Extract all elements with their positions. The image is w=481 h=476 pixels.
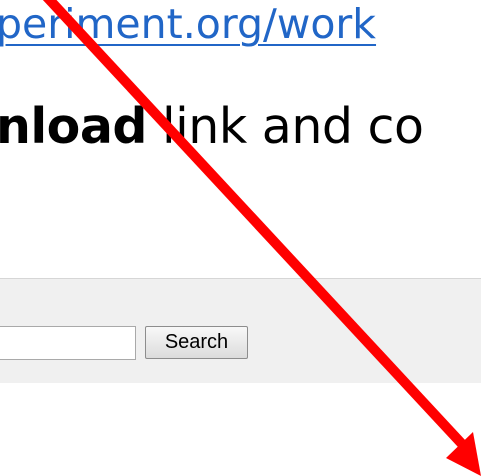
search-button[interactable]: Search xyxy=(145,326,248,359)
instruction-rest: link and co xyxy=(146,98,424,155)
page-url-link[interactable]: periment.org/work xyxy=(0,0,376,50)
instruction-download-word: nload xyxy=(0,98,147,155)
content-area xyxy=(0,383,481,476)
instruction-text: nload link and co xyxy=(0,97,424,157)
screenshot-stage: periment.org/work nload link and co Sear… xyxy=(0,0,481,476)
search-input[interactable] xyxy=(0,326,136,360)
